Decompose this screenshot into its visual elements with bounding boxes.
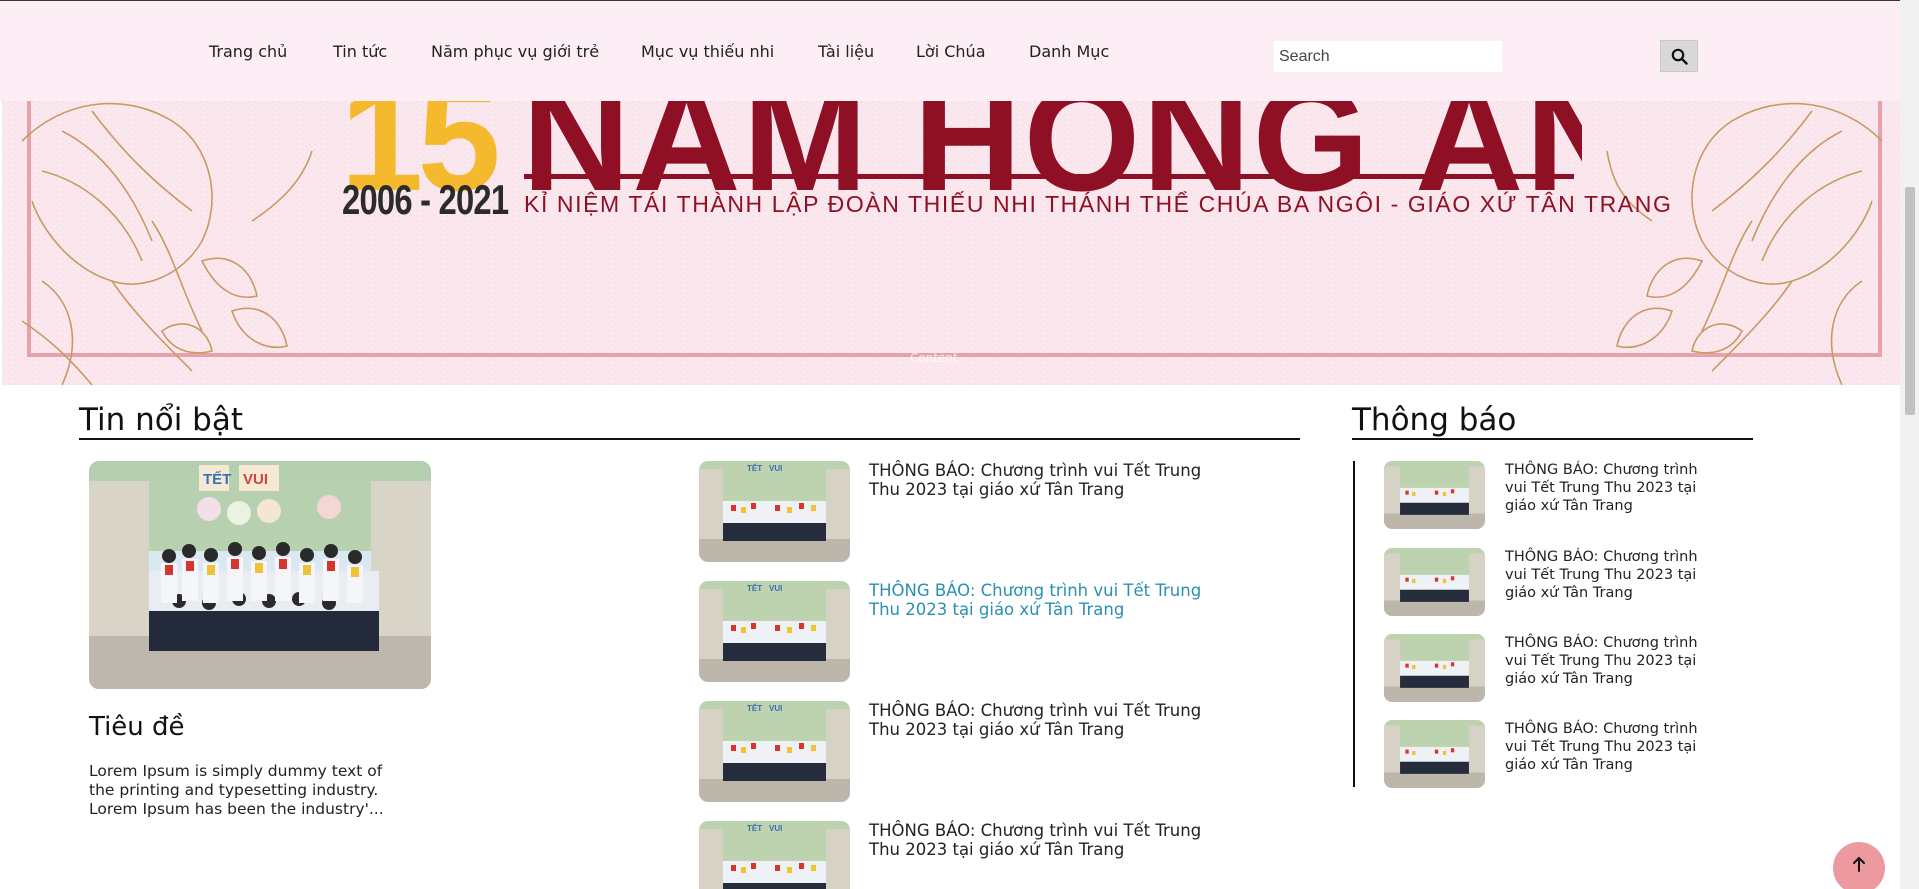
left-floral-decoration — [21, 102, 313, 385]
nav-item-children-ministry[interactable]: Mục vụ thiếu nhi — [641, 42, 774, 61]
nav-item-documents[interactable]: Tài liệu — [818, 42, 874, 61]
group-photo-thumb — [1384, 461, 1485, 529]
nav-item-youth-year[interactable]: Năm phục vụ giới trẻ — [431, 42, 599, 61]
notice-item-title[interactable]: THÔNG BÁO: Chương trình vui Tết Trung Th… — [1505, 461, 1723, 515]
group-photo-thumb: TẾT VUI — [699, 701, 850, 802]
nav-item-home[interactable]: Trang chủ — [209, 42, 287, 61]
notice-thumbnail[interactable] — [1384, 634, 1485, 702]
banner-years: 2006 - 2021 — [342, 176, 509, 223]
notice-item-title[interactable]: THÔNG BÁO: Chương trình vui Tết Trung Th… — [1505, 548, 1723, 602]
nav-item-word-of-god[interactable]: Lời Chúa — [916, 42, 986, 61]
news-item-title[interactable]: THÔNG BÁO: Chương trình vui Tết Trung Th… — [869, 701, 1209, 739]
group-photo-thumb — [1384, 548, 1485, 616]
notice-thumbnail[interactable] — [1384, 548, 1485, 616]
hero-banner: 15 NĂM HỒNG ÂN 2006 - 2021 KỈ NIỆM TÁI T… — [2, 101, 1900, 385]
group-photo: TẾT VUI — [89, 461, 431, 689]
notices-rule — [1352, 438, 1753, 440]
notice-thumbnail[interactable] — [1384, 461, 1485, 529]
featured-excerpt: Lorem Ipsum is simply dummy text of the … — [89, 762, 384, 818]
page: Trang chủ Tin tức Năm phục vụ giới trẻ M… — [0, 0, 1919, 889]
notice-thumbnail[interactable] — [1384, 720, 1485, 788]
banner-caption: Content — [910, 351, 958, 365]
svg-text:VUI: VUI — [769, 704, 782, 713]
scrollbar-thumb[interactable] — [1905, 187, 1915, 415]
svg-text:VUI: VUI — [769, 824, 782, 833]
group-photo-thumb: TẾT VUI — [699, 821, 850, 889]
featured-image[interactable]: TẾT VUI — [89, 461, 431, 689]
nav-item-news[interactable]: Tin tức — [333, 42, 387, 61]
featured-rule — [79, 438, 1300, 440]
search-button[interactable] — [1660, 40, 1698, 72]
featured-title[interactable]: Tiêu đề — [89, 712, 185, 742]
search-input[interactable] — [1274, 41, 1502, 72]
back-to-top-button[interactable] — [1833, 842, 1885, 889]
news-item-title[interactable]: THÔNG BÁO: Chương trình vui Tết Trung Th… — [869, 821, 1209, 859]
news-item-title[interactable]: THÔNG BÁO: Chương trình vui Tết Trung Th… — [869, 461, 1209, 499]
banner-subtitle: KỈ NIỆM TÁI THÀNH LẬP ĐOÀN THIẾU NHI THÁ… — [524, 191, 1673, 217]
svg-text:TẾT: TẾT — [747, 703, 762, 713]
notices-vertical-rule — [1353, 461, 1355, 787]
news-item-title-hovered[interactable]: THÔNG BÁO: Chương trình vui Tết Trung Th… — [869, 581, 1209, 619]
group-photo-thumb — [1384, 634, 1485, 702]
banner-title: NĂM HỒNG ÂN — [522, 101, 1582, 222]
svg-text:TẾT: TẾT — [203, 471, 231, 488]
notices-heading: Thông báo — [1352, 402, 1517, 438]
news-thumbnail[interactable]: TẾT VUI — [699, 821, 850, 889]
svg-text:TẾT: TẾT — [747, 463, 762, 473]
arrow-up-icon — [1853, 857, 1865, 872]
group-photo-thumb: TẾT VUI — [699, 461, 850, 562]
svg-text:TẾT: TẾT — [747, 823, 762, 833]
search-icon — [1671, 48, 1688, 65]
right-floral-decoration — [1606, 102, 1883, 385]
nav-item-categories[interactable]: Danh Mục — [1029, 42, 1109, 61]
news-thumbnail[interactable]: TẾT VUI — [699, 581, 850, 682]
svg-text:TẾT: TẾT — [747, 583, 762, 593]
notice-item-title[interactable]: THÔNG BÁO: Chương trình vui Tết Trung Th… — [1505, 634, 1723, 688]
news-thumbnail[interactable]: TẾT VUI — [699, 461, 850, 562]
notice-item-title[interactable]: THÔNG BÁO: Chương trình vui Tết Trung Th… — [1505, 720, 1723, 774]
group-photo-thumb — [1384, 720, 1485, 788]
svg-text:VUI: VUI — [769, 464, 782, 473]
svg-text:VUI: VUI — [769, 584, 782, 593]
news-thumbnail[interactable]: TẾT VUI — [699, 701, 850, 802]
navbar: Trang chủ Tin tức Năm phục vụ giới trẻ M… — [0, 1, 1900, 101]
group-photo-thumb: TẾT VUI — [699, 581, 850, 682]
featured-heading: Tin nổi bật — [79, 402, 244, 438]
banner-title-rule — [524, 174, 1574, 179]
svg-text:VUI: VUI — [243, 471, 268, 488]
page-scrollbar[interactable] — [1900, 0, 1919, 889]
